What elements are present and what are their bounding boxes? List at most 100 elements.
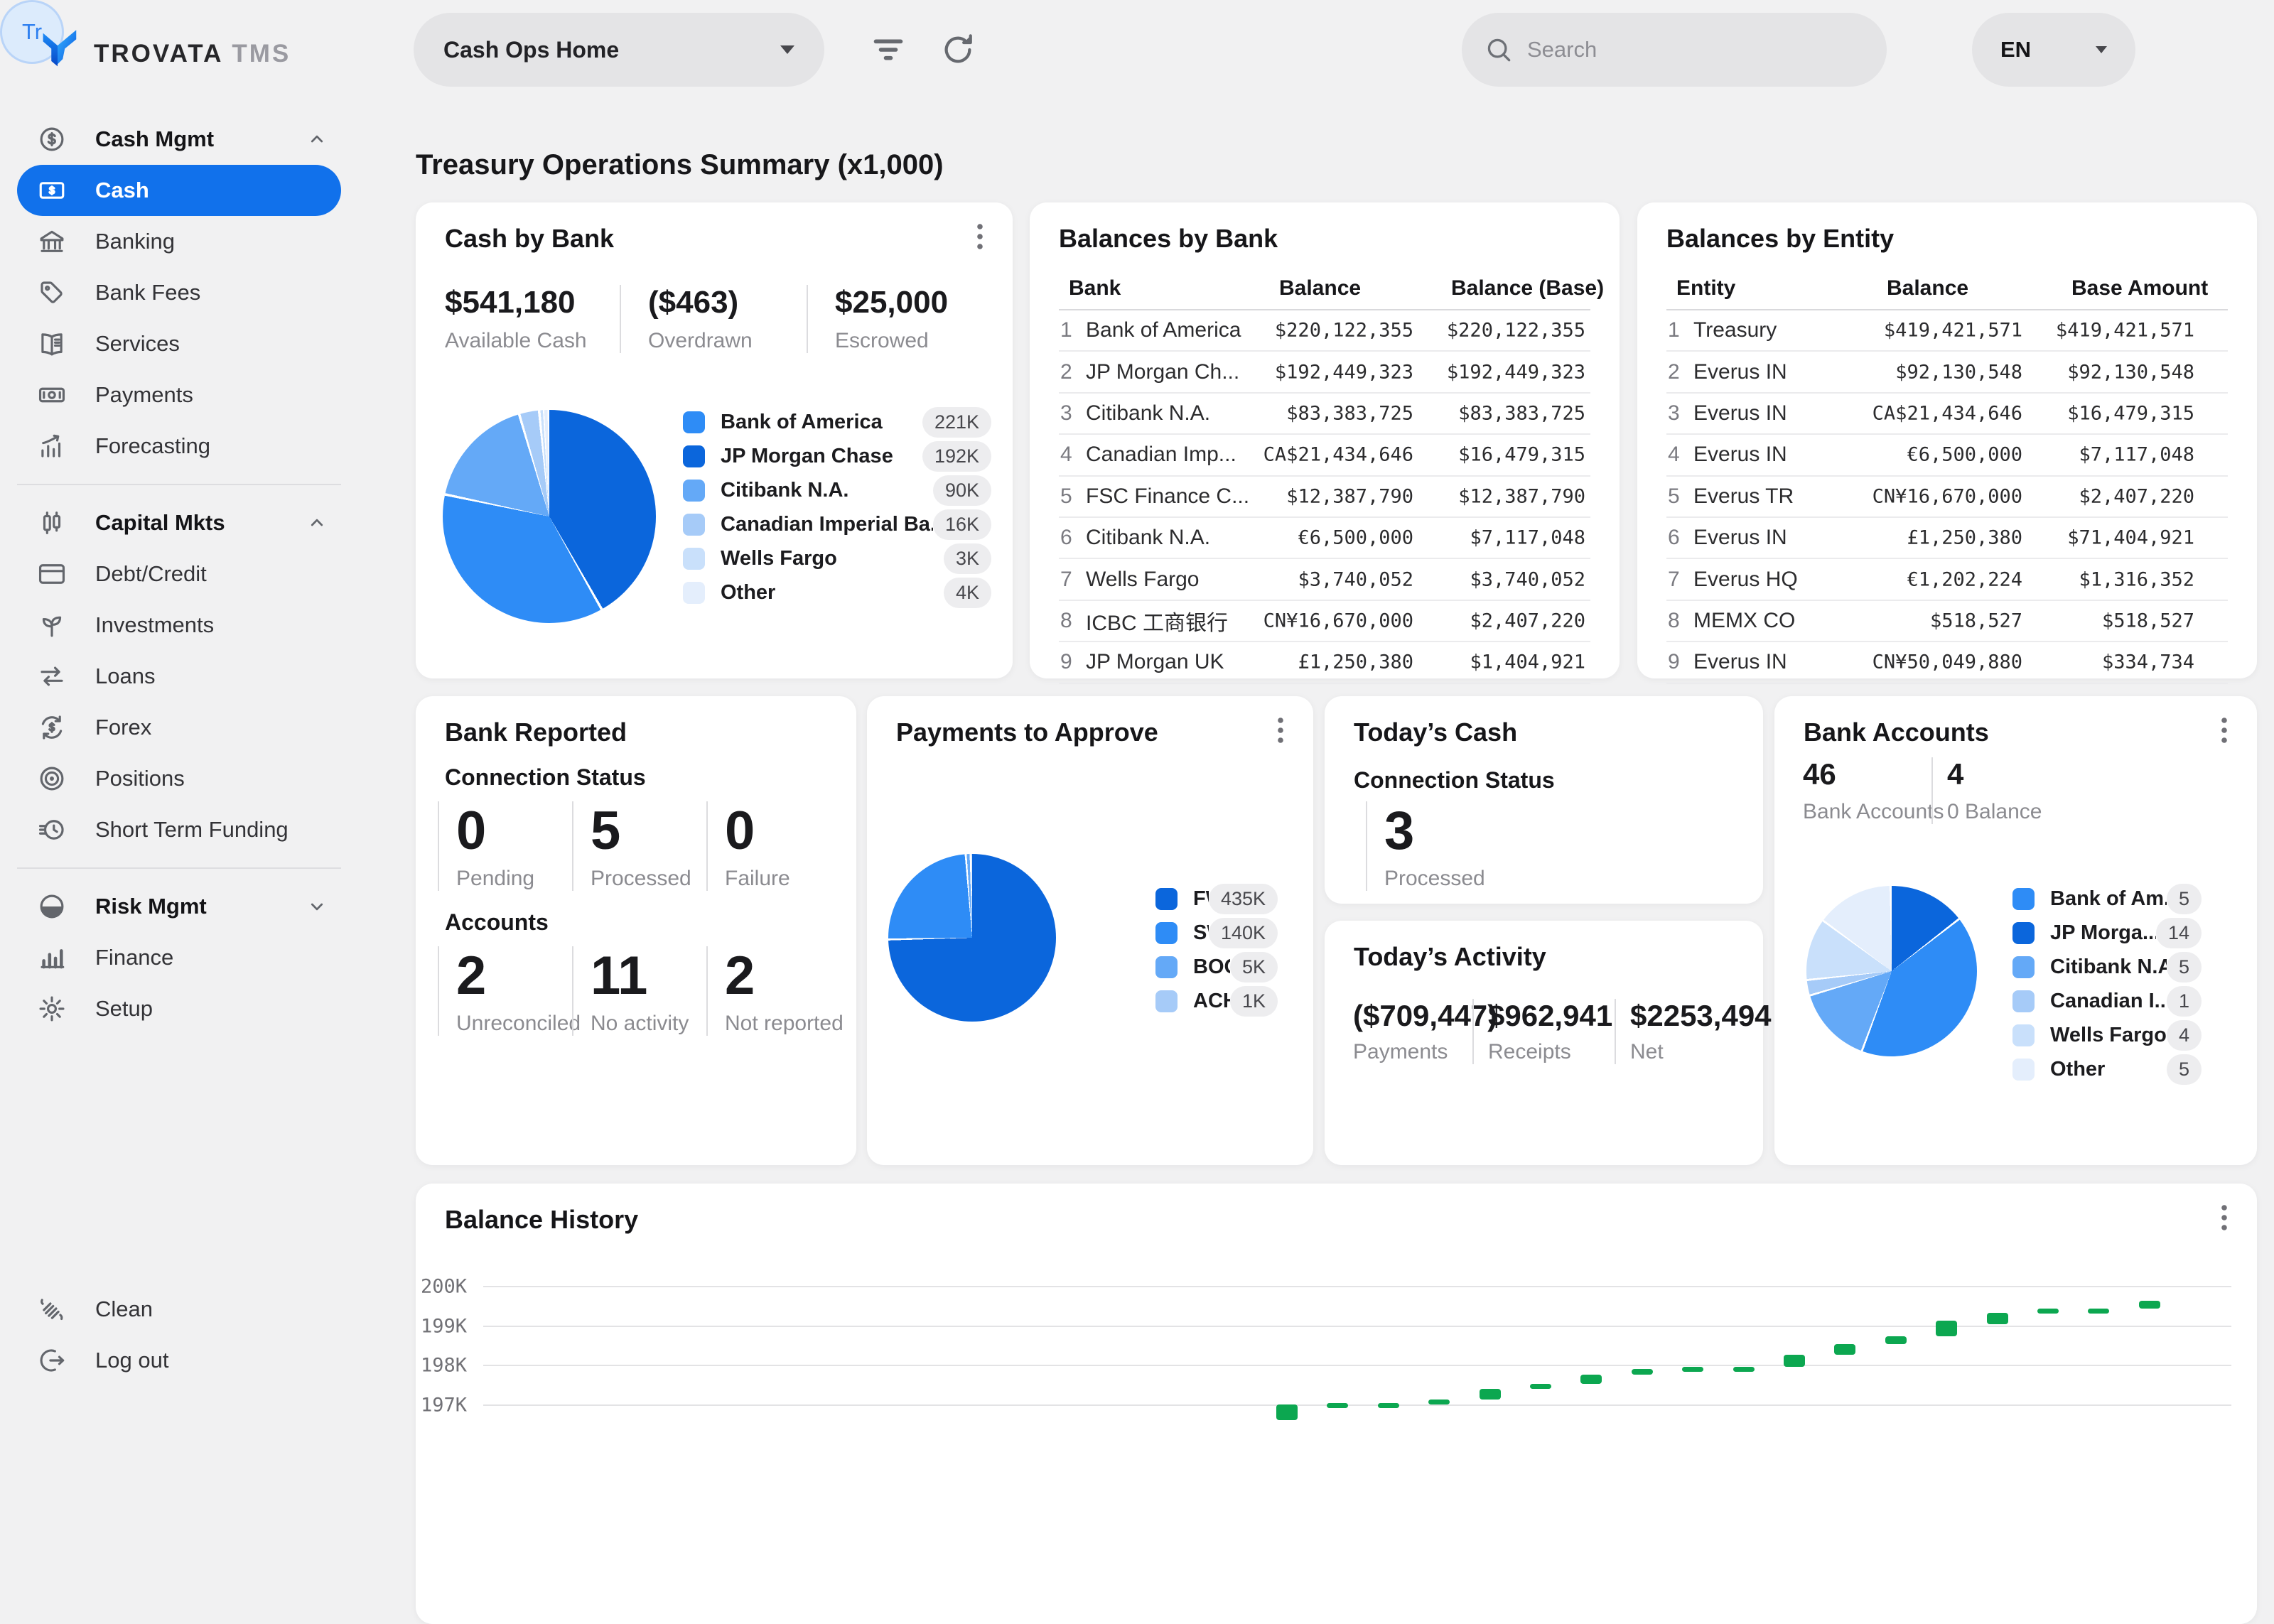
table-row[interactable]: 5FSC Finance C...$12,387,790$12,387,790 <box>1059 477 1590 518</box>
table-row[interactable]: 1Treasury$419,421,571$419,421,571 <box>1666 310 2228 352</box>
legend-item-jp-morga[interactable]: JP Morga...14 <box>2012 916 2202 950</box>
search-bar[interactable] <box>1462 13 1887 87</box>
kebab-menu-icon[interactable] <box>1263 713 1298 747</box>
balances-by-entity-table: EntityBalanceBase Amount1Treasury$419,42… <box>1666 274 2228 684</box>
legend-swatch <box>683 548 705 570</box>
waterfall-bar[interactable] <box>1327 1403 1348 1408</box>
language-select-value: EN <box>2000 37 2031 63</box>
waterfall-bar[interactable] <box>1530 1384 1551 1390</box>
waterfall-bar[interactable] <box>1784 1355 1805 1367</box>
legend-item-canadian-i[interactable]: Canadian I...1 <box>2012 984 2202 1018</box>
sidebar-section-cash-mgmt[interactable]: Cash Mgmt <box>0 114 355 165</box>
waterfall-bar[interactable] <box>1580 1375 1602 1384</box>
legend-swatch <box>1155 956 1178 978</box>
table-row[interactable]: 4Everus IN€6,500,000$7,117,048 <box>1666 435 2228 476</box>
table-row[interactable]: 9JP Morgan UK£1,250,380$1,404,921 <box>1059 642 1590 683</box>
balances-by-bank-table: BankBalanceBalance (Base)1Bank of Americ… <box>1059 274 1590 684</box>
cash-by-bank-stats: $541,180Available Cash($463)Overdrawn$25… <box>445 285 984 353</box>
waterfall-bar[interactable] <box>1885 1336 1907 1344</box>
table-row[interactable]: 6Citibank N.A.€6,500,000$7,117,048 <box>1059 518 1590 559</box>
waterfall-bar[interactable] <box>1632 1369 1653 1375</box>
sidebar-item-investments[interactable]: Investments <box>0 600 355 651</box>
table-row[interactable]: 7Wells Fargo$3,740,052$3,740,052 <box>1059 559 1590 600</box>
kebab-menu-icon[interactable] <box>2207 713 2241 747</box>
sidebar-item-cash[interactable]: Cash <box>17 165 341 216</box>
table-row[interactable]: 5Everus TRCN¥16,670,000$2,407,220 <box>1666 477 2228 518</box>
sidebar-item-finance[interactable]: Finance <box>0 932 355 983</box>
filter-button[interactable] <box>868 30 908 70</box>
legend-item-citibank-n-a[interactable]: Citibank N.A.5 <box>2012 950 2202 984</box>
payments-to-approve-pie-chart[interactable] <box>888 854 1056 1022</box>
stat-escrowed: $25,000Escrowed <box>807 285 981 353</box>
waterfall-bar[interactable] <box>2088 1309 2109 1314</box>
sidebar-item-services[interactable]: Services <box>0 318 355 369</box>
payments-to-approve-legend: FW435KSWIFT140KBOOK5KACH1K <box>1155 882 1278 1018</box>
table-row[interactable]: 2Everus IN$92,130,548$92,130,548 <box>1666 352 2228 393</box>
table-row[interactable]: 9Everus INCN¥50,049,880$334,734 <box>1666 642 2228 683</box>
legend-swatch <box>2012 888 2035 910</box>
sidebar-item-forecasting[interactable]: Forecasting <box>0 421 355 472</box>
search-input[interactable] <box>1526 36 1865 63</box>
card-todays-cash: Today’s Cash Connection Status 3Processe… <box>1325 696 1763 904</box>
card-balances-by-bank: Balances by Bank BankBalanceBalance (Bas… <box>1030 202 1620 678</box>
sidebar-section-risk-mgmt[interactable]: Risk Mgmt <box>0 881 355 932</box>
waterfall-bar[interactable] <box>1733 1367 1755 1372</box>
sidebar-item-log-out[interactable]: Log out <box>0 1335 355 1386</box>
legend-item-wells-fargo[interactable]: Wells Fargo4 <box>2012 1018 2202 1052</box>
legend-item-citibank-n-a[interactable]: Citibank N.A.90K <box>683 473 991 507</box>
language-select[interactable]: EN <box>1972 13 2135 87</box>
legend-item-wells-fargo[interactable]: Wells Fargo3K <box>683 541 991 575</box>
sidebar-section-capital-mkts[interactable]: Capital Mkts <box>0 497 355 548</box>
legend-value-badge: 5 <box>2167 884 2202 914</box>
sidebar-item-loans[interactable]: Loans <box>0 651 355 702</box>
legend-item-swift[interactable]: SWIFT140K <box>1155 916 1278 950</box>
legend-item-book[interactable]: BOOK5K <box>1155 950 1278 984</box>
table-row[interactable]: 7Everus HQ€1,202,224$1,316,352 <box>1666 559 2228 600</box>
waterfall-bar[interactable] <box>1987 1313 2008 1325</box>
waterfall-bar[interactable] <box>1378 1403 1399 1408</box>
waterfall-bar[interactable] <box>1480 1389 1501 1399</box>
sidebar-item-short-term-funding[interactable]: Short Term Funding <box>0 804 355 855</box>
sidebar-item-positions[interactable]: Positions <box>0 753 355 804</box>
waterfall-bar[interactable] <box>1834 1344 1855 1355</box>
cash-by-bank-pie-chart[interactable] <box>443 410 656 623</box>
table-row[interactable]: 8ICBC 工商银行CN¥16,670,000$2,407,220 <box>1059 601 1590 642</box>
waterfall-bar[interactable] <box>1428 1400 1450 1404</box>
legend-swatch <box>2012 956 2035 978</box>
bar-chart-icon <box>37 943 67 973</box>
waterfall-bar[interactable] <box>2037 1309 2059 1314</box>
table-row[interactable]: 8MEMX CO$518,527$518,527 <box>1666 601 2228 642</box>
bank-accounts-pie-chart[interactable] <box>1806 886 1977 1056</box>
balance-history-chart[interactable]: 200K199K198K197K <box>416 1184 2257 1624</box>
refresh-button[interactable] <box>938 30 978 70</box>
legend-item-other[interactable]: Other4K <box>683 575 991 610</box>
legend-item-bank-of-america[interactable]: Bank of America221K <box>683 405 991 439</box>
legend-item-bank-of-am[interactable]: Bank of Am...5 <box>2012 882 2202 916</box>
table-row[interactable]: 4Canadian Imp...CA$21,434,646$16,479,315 <box>1059 435 1590 476</box>
sidebar-item-payments[interactable]: Payments <box>0 369 355 421</box>
kebab-menu-icon[interactable] <box>963 220 997 254</box>
waterfall-bar[interactable] <box>2139 1301 2160 1309</box>
workspace-select[interactable]: Cash Ops Home <box>414 13 824 87</box>
stat-0-balance: 40 Balance <box>1931 757 2060 824</box>
waterfall-bar[interactable] <box>1276 1404 1298 1420</box>
sidebar: Cash MgmtCashBankingBank FeesServicesPay… <box>0 114 355 1034</box>
legend-item-fw[interactable]: FW435K <box>1155 882 1278 916</box>
table-row[interactable]: 3Everus INCA$21,434,646$16,479,315 <box>1666 394 2228 435</box>
legend-item-ach[interactable]: ACH1K <box>1155 984 1278 1018</box>
waterfall-bar[interactable] <box>1936 1321 1957 1336</box>
legend-item-other[interactable]: Other5 <box>2012 1052 2202 1086</box>
sidebar-item-debt-credit[interactable]: Debt/Credit <box>0 548 355 600</box>
sidebar-item-bank-fees[interactable]: Bank Fees <box>0 267 355 318</box>
legend-item-canadian-imperial-ba[interactable]: Canadian Imperial Ba...16K <box>683 507 991 541</box>
sidebar-item-banking[interactable]: Banking <box>0 216 355 267</box>
table-row[interactable]: 6Everus IN£1,250,380$71,404,921 <box>1666 518 2228 559</box>
legend-item-jp-morgan-chase[interactable]: JP Morgan Chase192K <box>683 439 991 473</box>
table-row[interactable]: 1Bank of America$220,122,355$220,122,355 <box>1059 310 1590 352</box>
sidebar-item-clean[interactable]: Clean <box>0 1284 355 1335</box>
waterfall-bar[interactable] <box>1682 1367 1703 1372</box>
table-row[interactable]: 3Citibank N.A.$83,383,725$83,383,725 <box>1059 394 1590 435</box>
sidebar-item-forex[interactable]: Forex <box>0 702 355 753</box>
sidebar-item-setup[interactable]: Setup <box>0 983 355 1034</box>
table-row[interactable]: 2JP Morgan Ch...$192,449,323$192,449,323 <box>1059 352 1590 393</box>
